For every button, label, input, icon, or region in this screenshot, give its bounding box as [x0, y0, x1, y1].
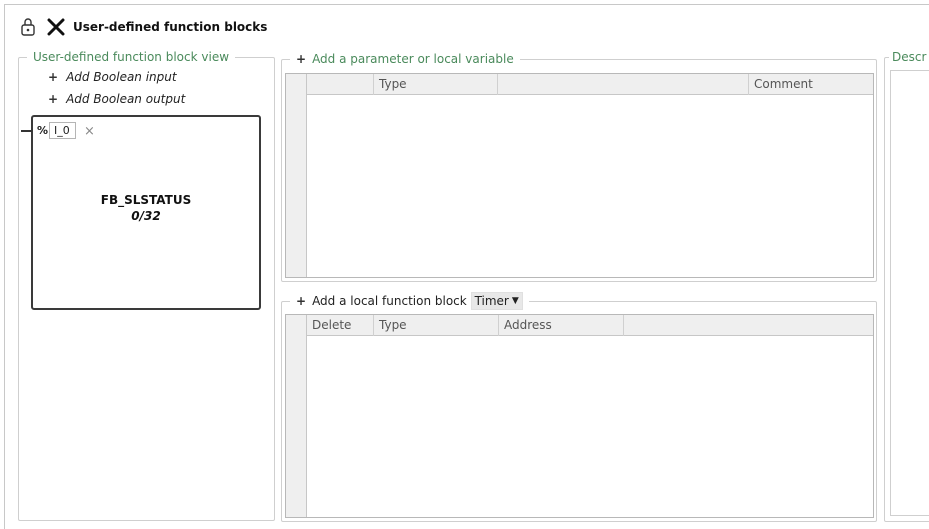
- caret-down-icon: ▼: [511, 296, 519, 306]
- params-legend: + Add a parameter or local variable: [290, 52, 520, 66]
- params-grid-header: Type Comment: [286, 74, 873, 95]
- close-icon[interactable]: [47, 18, 65, 36]
- pin-prefix: %: [37, 124, 49, 137]
- plus-icon: +: [296, 294, 307, 308]
- input-pin-line: [21, 130, 32, 132]
- local-fb-legend: + Add a local function block Timer ▼: [290, 292, 529, 310]
- local-fb-grid-header: Delete Type Address: [286, 315, 873, 336]
- params-col-0[interactable]: [307, 74, 374, 95]
- local-fb-col-delete[interactable]: Delete: [307, 315, 374, 336]
- params-col-comment[interactable]: Comment: [749, 74, 873, 95]
- add-boolean-output-button[interactable]: + Add Boolean output: [48, 92, 185, 106]
- params-col-type[interactable]: Type: [374, 74, 498, 95]
- local-fb-grid: Delete Type Address: [285, 314, 874, 518]
- description-textarea[interactable]: [890, 70, 929, 516]
- block-name: FB_SLSTATUS: [100, 193, 192, 207]
- block-count: 0/32: [131, 209, 161, 223]
- local-fb-col-address[interactable]: Address: [499, 315, 624, 336]
- description-legend: Descr: [892, 50, 927, 64]
- local-fb-row-header: [286, 315, 307, 517]
- add-input-label: Add Boolean input: [66, 70, 177, 84]
- add-local-fb-label: Add a local function block: [312, 294, 467, 308]
- plus-icon: +: [48, 70, 59, 84]
- plus-icon: +: [48, 92, 59, 106]
- add-parameter-label: Add a parameter or local variable: [312, 52, 514, 66]
- params-row-header: [286, 74, 307, 277]
- params-col-2[interactable]: [498, 74, 749, 95]
- plus-icon: +: [296, 52, 307, 66]
- add-output-label: Add Boolean output: [66, 92, 186, 106]
- add-local-fb-button[interactable]: + Add a local function block: [296, 294, 467, 308]
- lock-icon[interactable]: [19, 17, 37, 37]
- fb-view-legend: User-defined function block view: [33, 50, 230, 64]
- add-boolean-input-button[interactable]: + Add Boolean input: [48, 70, 177, 84]
- params-grid: Type Comment: [285, 73, 874, 278]
- local-fb-col-type[interactable]: Type: [374, 315, 499, 336]
- pin-name-input[interactable]: I_0: [49, 122, 76, 139]
- remove-pin-icon[interactable]: ×: [84, 124, 95, 139]
- add-parameter-button[interactable]: + Add a parameter or local variable: [296, 52, 514, 66]
- fb-type-dropdown[interactable]: Timer ▼: [470, 292, 523, 310]
- page-title: User-defined function blocks: [73, 20, 268, 34]
- fb-type-value: Timer: [474, 294, 509, 308]
